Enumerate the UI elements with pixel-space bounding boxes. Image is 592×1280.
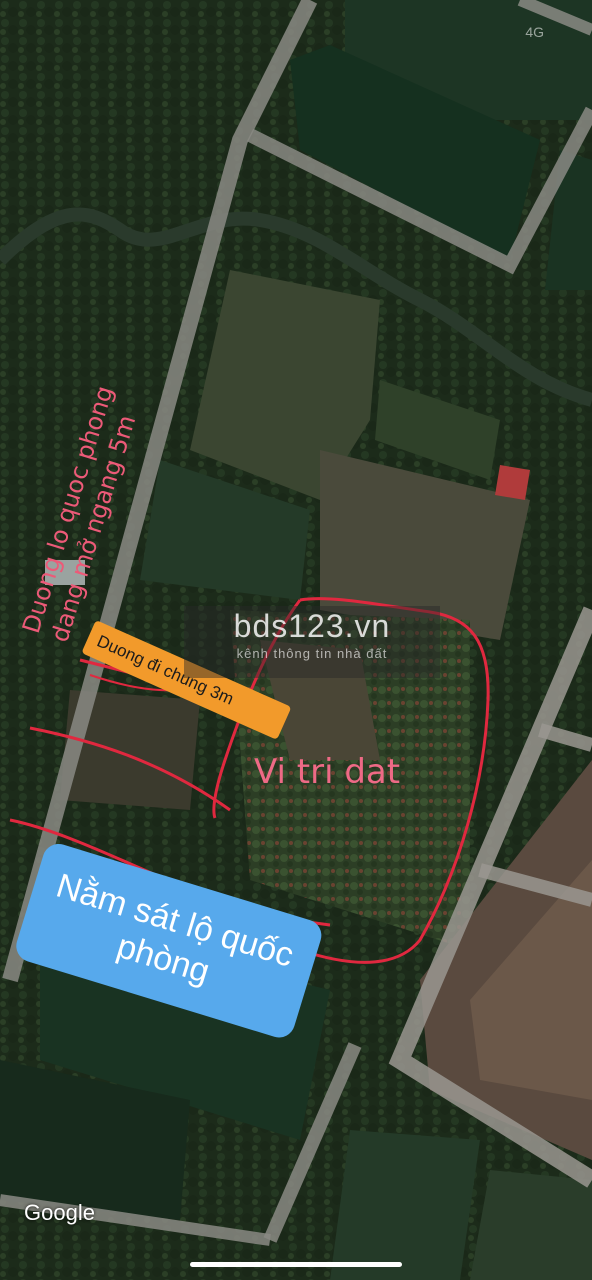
- plot-location-label: Vi tri dat: [254, 752, 401, 792]
- network-indicator: 4G: [525, 24, 544, 40]
- watermark-title: bds123.vn: [233, 608, 391, 644]
- watermark: bds123.vn kênh thông tin nhà đất: [184, 606, 440, 678]
- google-attribution[interactable]: Google: [24, 1200, 95, 1226]
- shared-road-line-3: [29, 726, 231, 812]
- watermark-subtitle: kênh thông tin nhà đất: [236, 646, 388, 661]
- satellite-map[interactable]: 4G Duong lo quoc phong dang mở ngang 5m …: [0, 0, 592, 1280]
- home-indicator[interactable]: [190, 1262, 402, 1267]
